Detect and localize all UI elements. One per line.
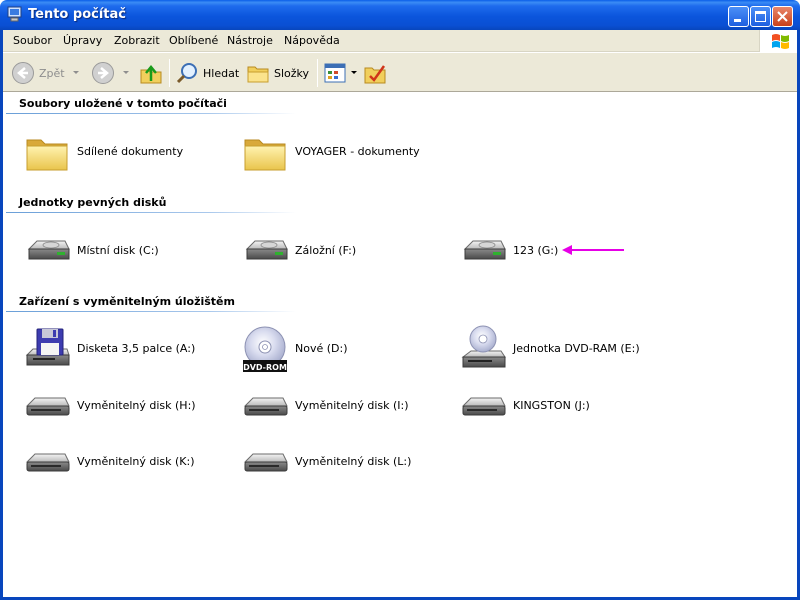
title-bar[interactable]: Tento počítač xyxy=(0,0,800,30)
item-removable-l[interactable]: Vyměnitelný disk (L:) xyxy=(241,438,451,486)
maximize-button[interactable] xyxy=(750,6,771,27)
floppy-drive-icon xyxy=(23,325,71,373)
menu-upravy[interactable]: Úpravy xyxy=(63,34,102,47)
removable-disk-icon xyxy=(23,438,71,486)
menu-zobrazit[interactable]: Zobrazit xyxy=(114,34,160,47)
removable-disk-icon xyxy=(23,382,71,430)
menu-oblibene[interactable]: Oblíbené xyxy=(169,34,218,47)
views-button[interactable] xyxy=(323,59,349,87)
item-label: Záložní (F:) xyxy=(295,244,357,257)
removable-disk-icon xyxy=(241,438,289,486)
group-divider xyxy=(6,212,296,213)
dvd-rom-badge: DVD-ROM xyxy=(243,363,287,372)
forward-arrow-icon xyxy=(92,62,114,84)
item-drive-c[interactable]: Místní disk (C:) xyxy=(23,227,233,275)
close-button[interactable] xyxy=(772,6,793,27)
item-drive-f[interactable]: Záložní (F:) xyxy=(241,227,451,275)
folders-button[interactable]: Složky xyxy=(246,59,309,87)
item-removable-i[interactable]: Vyměnitelný disk (I:) xyxy=(241,382,451,430)
folder-check-icon xyxy=(364,65,386,84)
back-dropdown-arrow[interactable] xyxy=(73,71,79,74)
dvd-rom-icon: DVD-ROM xyxy=(241,325,289,373)
item-dvd-d[interactable]: DVD-ROM Nové (D:) xyxy=(241,325,451,373)
removable-disk-icon xyxy=(241,382,289,430)
group-header-files: Soubory uložené v tomto počítači xyxy=(19,97,227,110)
windows-flag-icon xyxy=(772,34,789,49)
search-label: Hledat xyxy=(203,66,240,80)
item-label: Vyměnitelný disk (K:) xyxy=(77,455,195,468)
forward-button[interactable] xyxy=(91,59,115,87)
window-title: Tento počítač xyxy=(28,7,126,22)
search-icon xyxy=(176,63,197,84)
toolbar-separator xyxy=(317,59,318,87)
computer-icon xyxy=(7,6,22,22)
up-folder-icon xyxy=(140,65,162,84)
back-label: Zpět xyxy=(39,66,65,80)
up-folder-button[interactable] xyxy=(139,59,163,87)
hard-drive-icon xyxy=(459,227,507,275)
sync-folder-button[interactable] xyxy=(363,59,387,87)
item-label: KINGSTON (J:) xyxy=(513,399,590,412)
item-label: Disketa 3,5 palce (A:) xyxy=(77,342,196,355)
item-label: Jednotka DVD-RAM (E:) xyxy=(513,342,640,355)
search-button[interactable]: Hledat xyxy=(175,59,239,87)
minimize-button[interactable] xyxy=(728,6,749,27)
item-shared-documents[interactable]: Sdílené dokumenty xyxy=(23,128,233,176)
item-label: Místní disk (C:) xyxy=(77,244,159,257)
back-button[interactable]: Zpět xyxy=(11,59,65,87)
folders-icon xyxy=(247,66,269,83)
views-dropdown-arrow[interactable] xyxy=(351,71,357,74)
item-label: 123 (G:) xyxy=(513,244,559,257)
forward-dropdown-arrow[interactable] xyxy=(123,71,129,74)
folders-label: Složky xyxy=(274,66,310,80)
views-icon xyxy=(324,63,346,83)
removable-disk-icon xyxy=(459,382,507,430)
windows-logo xyxy=(759,30,797,52)
item-label: Nové (D:) xyxy=(295,342,348,355)
hard-drive-icon xyxy=(241,227,289,275)
item-voyager-documents[interactable]: VOYAGER - dokumenty xyxy=(241,128,451,176)
item-label: Vyměnitelný disk (I:) xyxy=(295,399,409,412)
group-header-hard-drives: Jednotky pevných disků xyxy=(19,196,167,209)
item-label: Sdílené dokumenty xyxy=(77,145,184,158)
toolbar-separator xyxy=(169,59,170,87)
group-divider xyxy=(6,311,296,312)
group-header-removable: Zařízení s vyměnitelným úložištěm xyxy=(19,295,235,308)
annotation-arrow-icon xyxy=(562,245,624,255)
menu-nastroje[interactable]: Nástroje xyxy=(227,34,273,47)
folder-icon xyxy=(23,128,71,176)
menu-soubor[interactable]: Soubor xyxy=(13,34,52,47)
item-label: Vyměnitelný disk (H:) xyxy=(77,399,196,412)
menu-bar: Soubor Úpravy Zobrazit Oblíbené Nástroje… xyxy=(3,30,797,52)
minimize-icon xyxy=(734,19,741,22)
folder-icon xyxy=(241,128,289,176)
item-removable-k[interactable]: Vyměnitelný disk (K:) xyxy=(23,438,233,486)
dvd-ram-drive-icon xyxy=(459,325,507,373)
item-floppy-a[interactable]: Disketa 3,5 palce (A:) xyxy=(23,325,233,373)
item-label: Vyměnitelný disk (L:) xyxy=(295,455,412,468)
menu-napoveda[interactable]: Nápověda xyxy=(284,34,340,47)
close-icon xyxy=(777,11,788,22)
back-arrow-icon xyxy=(12,62,34,84)
maximize-icon xyxy=(755,11,766,22)
content-pane: Soubory uložené v tomto počítači Sdílené… xyxy=(3,93,797,597)
item-label: VOYAGER - dokumenty xyxy=(295,145,420,158)
item-removable-h[interactable]: Vyměnitelný disk (H:) xyxy=(23,382,233,430)
hard-drive-icon xyxy=(23,227,71,275)
toolbar: Zpět Hledat Složky xyxy=(3,53,797,92)
item-dvd-ram-e[interactable]: Jednotka DVD-RAM (E:) xyxy=(459,325,669,373)
item-kingston-j[interactable]: KINGSTON (J:) xyxy=(459,382,669,430)
group-divider xyxy=(6,113,296,114)
